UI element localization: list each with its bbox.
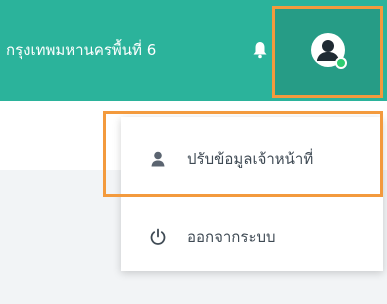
menu-item-edit-profile-label: ปรับข้อมูลเจ้าหน้าที่ <box>187 150 314 168</box>
power-icon <box>150 228 166 245</box>
page: กรุงเทพมหานครพื้นที่ 6 ปรับข้อมูลเจ้าหน้… <box>0 0 387 304</box>
user-icon <box>151 151 165 167</box>
user-dropdown-menu: ปรับข้อมูลเจ้าหน้าที่ ออกจากระบบ <box>121 117 383 271</box>
menu-item-edit-profile[interactable]: ปรับข้อมูลเจ้าหน้าที่ <box>121 131 383 187</box>
user-avatar-icon <box>311 33 347 69</box>
header-title: กรุงเทพมหานครพื้นที่ 6 <box>6 41 157 59</box>
menu-item-logout-label: ออกจากระบบ <box>187 228 276 246</box>
menu-item-logout[interactable]: ออกจากระบบ <box>121 209 383 265</box>
top-header-bar: กรุงเทพมหานครพื้นที่ 6 <box>0 0 387 101</box>
user-menu-button[interactable] <box>272 6 383 98</box>
bell-icon[interactable] <box>252 41 268 59</box>
